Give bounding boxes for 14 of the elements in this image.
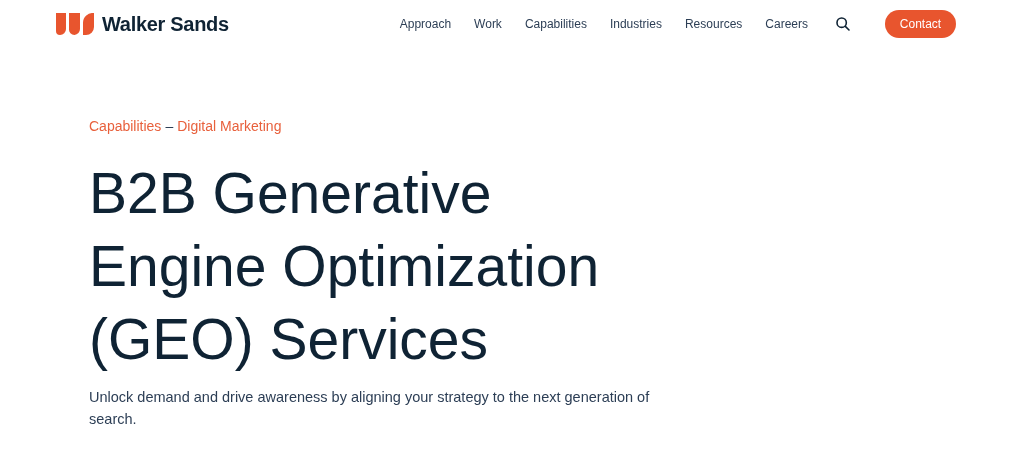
nav-link[interactable]: Approach — [399, 15, 452, 33]
contact-button[interactable]: Contact — [885, 10, 956, 38]
nav-link[interactable]: Work — [474, 15, 502, 33]
breadcrumb-separator: – — [165, 117, 174, 136]
search-icon[interactable] — [835, 16, 851, 32]
page-heading: B2B Generative Engine Optimization (GEO) Services — [89, 160, 601, 373]
nav-link[interactable]: Industries — [609, 15, 662, 33]
logo-text: Walker Sands — [102, 12, 229, 37]
nav-link[interactable]: Careers — [765, 15, 808, 33]
breadcrumb-current: Digital Marketing — [177, 117, 282, 136]
nav-link[interactable]: Capabilities — [524, 15, 587, 33]
hero-subtitle: Unlock demand and drive awareness by aligning your strategy to the next generation of search. — [89, 388, 651, 429]
nav-link[interactable]: Resources — [684, 15, 743, 33]
logo-icon — [56, 13, 94, 35]
